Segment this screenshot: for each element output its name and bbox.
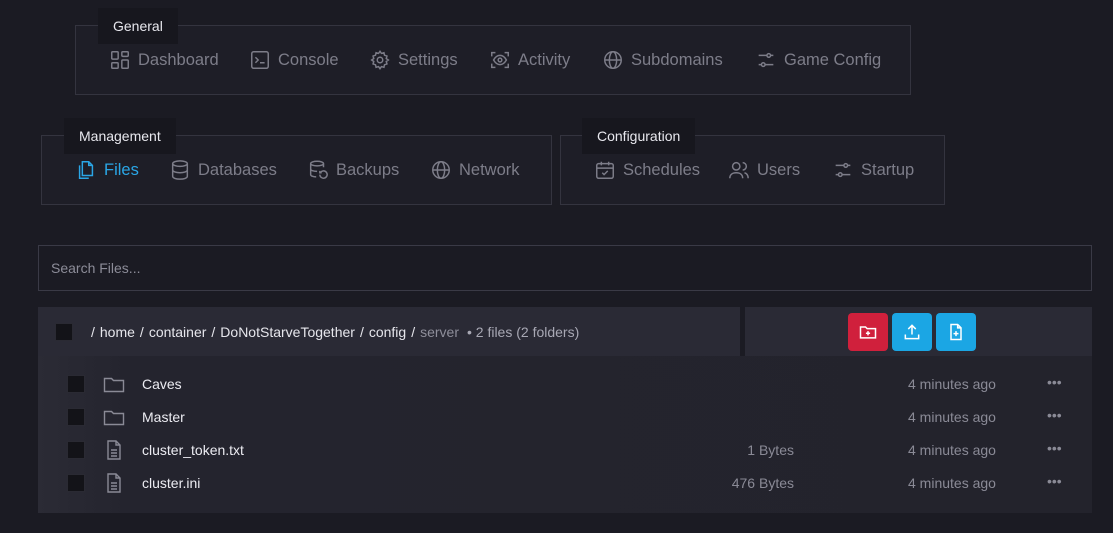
nav-console-label: Console: [278, 50, 339, 69]
nav-game-config[interactable]: Game Config: [755, 49, 881, 71]
nav-files-label: Files: [104, 160, 139, 179]
file-modified: 4 minutes ago: [908, 376, 996, 392]
file-actions-bar: [745, 307, 1092, 356]
nav-group-configuration: Configuration Schedules Users Startup: [560, 118, 945, 205]
nav-startup-label: Startup: [861, 160, 915, 179]
folder-icon: [103, 377, 125, 393]
globe-icon: [604, 51, 622, 69]
nav-settings-label: Settings: [398, 50, 458, 69]
globe-icon: [432, 161, 450, 179]
nav-schedules[interactable]: Schedules: [594, 159, 700, 181]
nav-group-management-label: Management: [64, 118, 176, 154]
backup-icon: [309, 160, 328, 179]
folder-plus-icon: [859, 326, 877, 339]
breadcrumb-separator: /: [139, 323, 144, 340]
sliders-icon: [835, 162, 851, 178]
file-modified: 4 minutes ago: [908, 409, 996, 425]
row-menu-button[interactable]: •••: [1047, 473, 1062, 489]
file-row-master[interactable]: Master 4 minutes ago •••: [38, 401, 1092, 434]
nav-dashboard-label: Dashboard: [138, 50, 219, 69]
file-modified: 4 minutes ago: [908, 442, 996, 458]
file-name[interactable]: Caves: [142, 376, 182, 392]
file-plus-icon: [950, 323, 962, 341]
file-size: 476 Bytes: [731, 475, 794, 491]
row-menu-button[interactable]: •••: [1047, 407, 1062, 423]
nav-group-general: General Dashboard Console Settings Activ…: [75, 8, 911, 95]
nav-activity[interactable]: Activity: [489, 49, 570, 71]
gear-icon: [370, 50, 390, 70]
row-menu-button[interactable]: •••: [1047, 374, 1062, 390]
nav-game-config-label: Game Config: [784, 50, 882, 69]
file-row-caves[interactable]: Caves 4 minutes ago •••: [38, 368, 1092, 401]
row-menu-button[interactable]: •••: [1047, 440, 1062, 456]
row-checkbox[interactable]: [67, 408, 85, 426]
breadcrumb-current: server: [420, 323, 459, 340]
file-name[interactable]: Master: [142, 409, 185, 425]
nav-backups-label: Backups: [336, 160, 400, 179]
nav-files[interactable]: Files: [75, 159, 139, 181]
nav-databases[interactable]: Databases: [169, 159, 277, 181]
nav-subdomains-label: Subdomains: [631, 50, 723, 69]
upload-icon: [904, 324, 920, 340]
nav-group-management: Management Files Databases Backups Netwo…: [41, 118, 552, 205]
nav-settings[interactable]: Settings: [369, 49, 458, 71]
file-modified: 4 minutes ago: [908, 475, 996, 491]
file-size: 1 Bytes: [747, 442, 794, 458]
activity-icon: [491, 51, 509, 69]
new-file-button[interactable]: [936, 313, 976, 351]
folder-icon: [103, 410, 125, 426]
nav-backups[interactable]: Backups: [307, 159, 399, 181]
breadcrumb-separator: /: [411, 323, 416, 340]
nav-startup[interactable]: Startup: [832, 159, 914, 181]
select-all-checkbox[interactable]: [55, 322, 73, 341]
calendar-icon: [596, 161, 614, 179]
file-list: Caves 4 minutes ago ••• Master 4 minutes…: [38, 356, 1092, 513]
breadcrumb-donotstarvetogether[interactable]: DoNotStarveTogether: [220, 324, 355, 340]
breadcrumb-separator: /: [359, 323, 364, 340]
file-row-cluster-ini[interactable]: cluster.ini 476 Bytes 4 minutes ago •••: [38, 467, 1092, 500]
nav-dashboard[interactable]: Dashboard: [109, 49, 219, 71]
breadcrumb-container[interactable]: container: [149, 324, 207, 340]
nav-subdomains[interactable]: Subdomains: [602, 49, 723, 71]
breadcrumb-bar: / home / container / DoNotStarveTogether…: [38, 307, 740, 356]
breadcrumb-separator: /: [91, 323, 95, 340]
row-checkbox[interactable]: [67, 375, 85, 393]
breadcrumb: / home / container / DoNotStarveTogether…: [91, 324, 579, 340]
nav-network-label: Network: [459, 160, 520, 179]
database-icon: [171, 160, 189, 180]
document-icon: [107, 473, 121, 493]
document-icon: [107, 440, 121, 460]
row-checkbox[interactable]: [67, 474, 85, 492]
breadcrumb-home[interactable]: home: [100, 324, 135, 340]
breadcrumb-separator: /: [211, 323, 216, 340]
file-name[interactable]: cluster_token.txt: [142, 442, 244, 458]
file-name[interactable]: cluster.ini: [142, 475, 200, 491]
nav-users[interactable]: Users: [728, 159, 800, 181]
new-folder-button[interactable]: [848, 313, 888, 351]
dashboard-icon: [111, 51, 129, 69]
console-icon: [251, 51, 269, 69]
users-icon: [729, 161, 749, 179]
nav-group-configuration-label: Configuration: [582, 118, 696, 154]
sliders-icon: [758, 52, 774, 68]
nav-schedules-label: Schedules: [623, 160, 701, 179]
nav-console[interactable]: Console: [249, 49, 339, 71]
breadcrumb-config[interactable]: config: [369, 324, 406, 340]
nav-activity-label: Activity: [518, 50, 571, 69]
nav-group-general-label: General: [98, 8, 178, 44]
row-checkbox[interactable]: [67, 441, 85, 459]
file-icon: [78, 161, 94, 179]
nav-databases-label: Databases: [198, 160, 277, 179]
nav-network[interactable]: Network: [430, 159, 520, 181]
search-input[interactable]: [38, 245, 1092, 291]
nav-users-label: Users: [757, 160, 801, 179]
upload-button[interactable]: [892, 313, 932, 351]
file-count-summary: • 2 files (2 folders): [466, 323, 580, 340]
file-row-cluster-token[interactable]: cluster_token.txt 1 Bytes 4 minutes ago …: [38, 434, 1092, 467]
